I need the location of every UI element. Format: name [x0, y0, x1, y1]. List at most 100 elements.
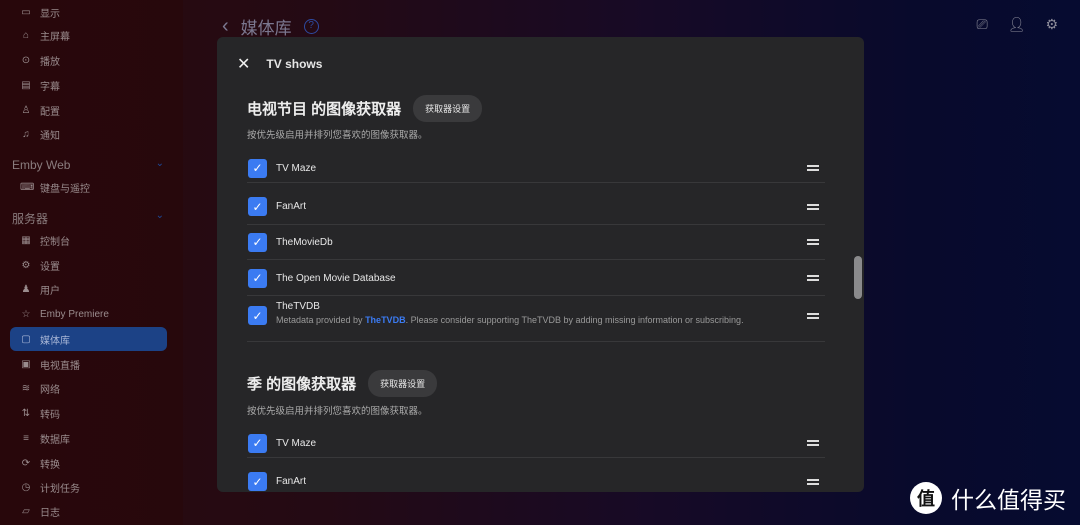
chevron-down-icon: ⌄	[155, 158, 164, 169]
sidebar-section-header[interactable]: 服务器 ⌄	[12, 210, 164, 227]
sidebar-item[interactable]: ▭ 显示	[10, 0, 167, 24]
sidebar-item[interactable]: ☆ Emby Premiere	[10, 302, 167, 326]
sidebar-item[interactable]: ▦ 控制台	[10, 228, 167, 252]
fetcher-row: ✓ FanArt	[247, 189, 825, 225]
sidebar-item[interactable]: ⌂ 主屏幕	[10, 23, 167, 47]
sidebar-item[interactable]: ▤ 字幕	[10, 73, 167, 97]
header-actions: ⎚ 👤︎ ⚙	[976, 16, 1058, 33]
sidebar-item[interactable]: ⇅ 转码	[10, 401, 167, 425]
subtitles-icon: ▤	[21, 79, 31, 91]
tv-icon: ▣	[21, 358, 31, 370]
sidebar-item[interactable]: ≡ 数据库	[10, 426, 167, 450]
fetcher-section-header: 电视节目 的图像获取器 获取器设置	[247, 95, 483, 122]
sidebar-item-label: 显示	[40, 8, 60, 20]
sidebar-item-label: 用户	[40, 285, 60, 297]
convert-icon: ⟳	[21, 457, 31, 469]
enable-checkbox[interactable]: ✓	[248, 433, 267, 453]
fetcher-row: ✓ TheTVDB Metadata provided by TheTVDB. Pl…	[247, 290, 825, 342]
sidebar-item[interactable]: ▱ 日志	[10, 499, 167, 523]
drag-handle-icon[interactable]	[807, 165, 819, 171]
drag-handle-icon[interactable]	[807, 239, 819, 245]
fetcher-row: ✓ FanArt	[247, 464, 825, 492]
fetcher-note: Metadata provided by TheTVDB. Please con…	[276, 314, 807, 327]
scrollbar[interactable]	[854, 256, 862, 299]
help-icon[interactable]: ?	[303, 19, 319, 34]
sidebar: ▭ 显示 ⌂ 主屏幕 ⊙ 播放 ▤ 字幕 ♙ 配置 ♫ 通知 Emby Web ⌄ ⌨ 键盘与遥控服务器 ⌄ ▦ 控…	[0, 0, 183, 525]
settings-icon[interactable]: ⚙	[1045, 16, 1058, 33]
home-icon: ⌂	[22, 29, 30, 41]
sidebar-item[interactable]: ⚙ 设置	[10, 253, 167, 277]
sidebar-item[interactable]: ≋ 网络	[10, 376, 167, 400]
fetcher-name: TV Maze	[276, 437, 317, 449]
keyboard-icon: ⌨	[20, 181, 35, 193]
enable-checkbox[interactable]: ✓	[248, 158, 267, 178]
sidebar-item[interactable]: ⟳ 转换	[10, 451, 167, 475]
back-button[interactable]: ‹	[222, 15, 229, 38]
sidebar-item[interactable]: ▢ 媒体库	[10, 327, 167, 351]
user-icon[interactable]: 👤︎	[1008, 16, 1026, 33]
drag-handle-icon[interactable]	[807, 203, 819, 210]
sidebar-item[interactable]: ⊙ 播放	[10, 48, 167, 72]
sidebar-item-label: 主屏幕	[40, 31, 70, 43]
bell-icon: ♫	[22, 128, 30, 140]
fetcher-settings-button[interactable]: 获取器设置	[413, 95, 483, 122]
note-text: . Please consider supporting TheTVDB by …	[405, 314, 744, 325]
star-icon: ☆	[21, 308, 31, 320]
sidebar-item-label: 数据库	[40, 434, 70, 446]
dialog-title: TV shows	[266, 57, 323, 71]
sidebar-item[interactable]: ▣ 电视直播	[10, 352, 167, 376]
database-icon: ≡	[23, 432, 29, 444]
fetcher-row: ✓ TV Maze	[247, 429, 825, 458]
folder-open-icon: ▱	[22, 505, 30, 517]
close-button[interactable]: ✕	[237, 54, 250, 74]
note-text: Metadata provided by	[276, 314, 366, 325]
monitor-icon: ▭	[21, 6, 31, 18]
enable-checkbox[interactable]: ✓	[248, 472, 267, 491]
section-label: 服务器	[12, 212, 49, 226]
enable-checkbox[interactable]: ✓	[248, 232, 267, 252]
fetcher-name: FanArt	[276, 201, 307, 212]
sidebar-item[interactable]: ♟ 用户	[10, 277, 167, 301]
wifi-icon: ≋	[21, 382, 31, 394]
sidebar-item-label: 控制台	[40, 236, 70, 248]
dashboard-icon: ▦	[21, 234, 31, 246]
sidebar-item[interactable]: ⌨ 键盘与遥控	[10, 175, 167, 199]
section-heading: 季 的图像获取器	[247, 376, 357, 393]
sidebar-item[interactable]: ◷ 计划任务	[10, 475, 167, 499]
sidebar-item-label: 媒体库	[40, 335, 70, 347]
users-icon: ♟	[21, 283, 31, 295]
sidebar-item-label: 字幕	[40, 81, 60, 93]
enable-checkbox[interactable]: ✓	[248, 197, 267, 216]
fetcher-settings-button[interactable]: 获取器设置	[368, 370, 438, 397]
fetcher-row: ✓ TheMovieDb	[247, 225, 825, 260]
watermark-text: 什么值得买	[951, 487, 1066, 513]
fetcher-section-header: 季 的图像获取器 获取器设置	[247, 370, 438, 397]
drag-handle-icon[interactable]	[807, 440, 819, 446]
sidebar-item[interactable]: ♫ 通知	[10, 122, 167, 146]
sidebar-item-label: 日志	[40, 507, 60, 519]
fetcher-name: TV Maze	[276, 162, 317, 174]
drag-handle-icon[interactable]	[807, 275, 819, 281]
fetcher-name: TheMovieDb	[276, 236, 333, 248]
sidebar-item-label: 配置	[40, 106, 60, 118]
section-label: Emby Web	[12, 158, 71, 172]
fetcher-name: The Open Movie Database	[276, 272, 396, 284]
sidebar-item[interactable]: ♙ 配置	[10, 98, 167, 122]
sidebar-item-label: 转码	[40, 409, 60, 421]
chevron-down-icon: ⌄	[155, 210, 164, 221]
sidebar-section-header[interactable]: Emby Web ⌄	[12, 158, 164, 172]
section-description: 按优先级启用并排列您喜欢的图像获取器。	[247, 406, 428, 417]
sidebar-item-label: 播放	[40, 56, 60, 68]
drag-handle-icon[interactable]	[807, 478, 819, 485]
thetvdb-link[interactable]: TheTVDB	[365, 315, 406, 325]
enable-checkbox[interactable]: ✓	[248, 268, 267, 288]
section-description: 按优先级启用并排列您喜欢的图像获取器。	[247, 130, 428, 141]
gear-icon: ⚙	[21, 259, 31, 271]
section-heading: 电视节目 的图像获取器	[247, 101, 402, 118]
dialog-header: ✕ TV shows	[237, 54, 322, 74]
transcode-icon: ⇅	[21, 407, 31, 419]
enable-checkbox[interactable]: ✓	[248, 306, 267, 325]
cast-icon[interactable]: ⎚	[976, 16, 987, 33]
drag-handle-icon[interactable]	[807, 312, 819, 319]
sidebar-item-label: 设置	[40, 261, 60, 273]
